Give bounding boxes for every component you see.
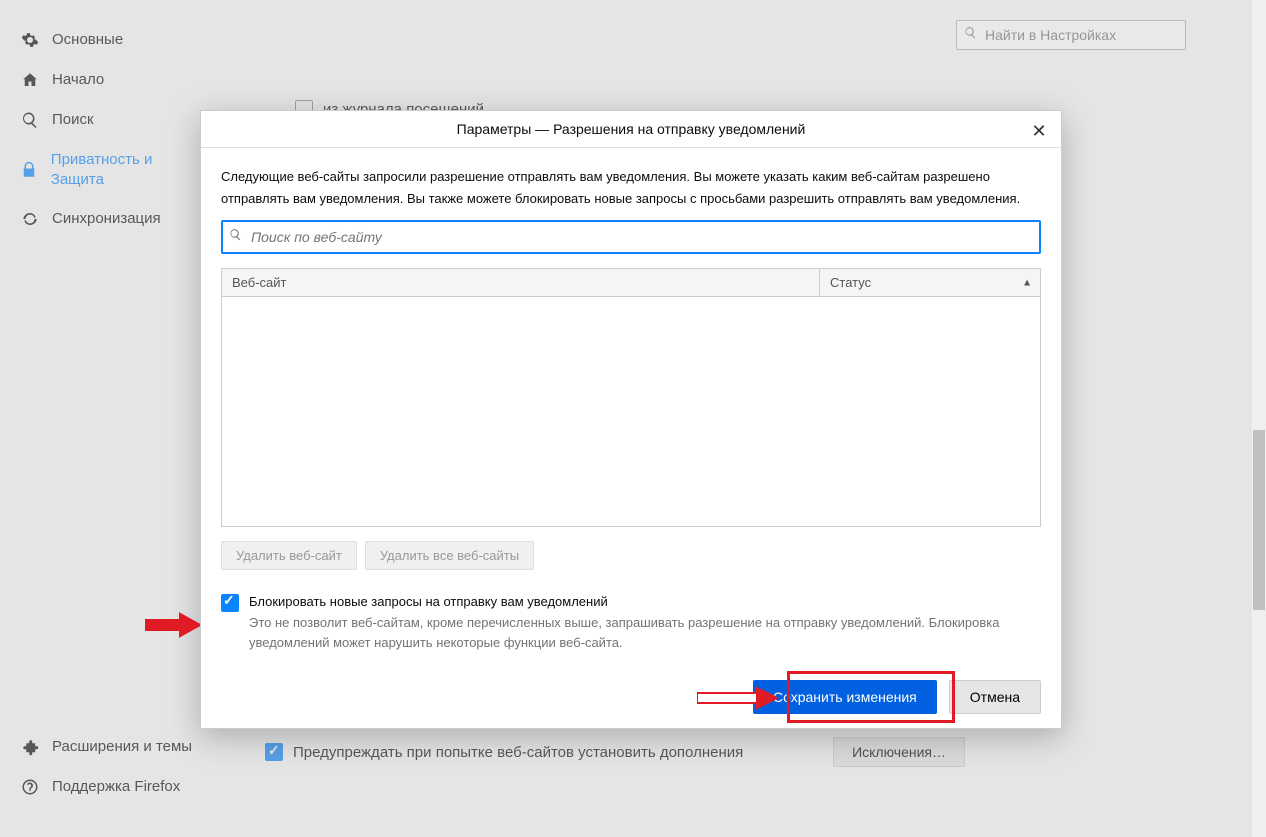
th-status[interactable]: Статус ▲ xyxy=(820,269,1040,296)
cancel-button[interactable]: Отмена xyxy=(949,680,1041,714)
remove-site-button: Удалить веб-сайт xyxy=(221,541,357,570)
permissions-dialog: Параметры — Разрешения на отправку уведо… xyxy=(200,110,1062,729)
website-search xyxy=(221,220,1041,254)
dialog-description: Следующие веб-сайты запросили разрешение… xyxy=(221,166,1041,210)
th-website[interactable]: Веб-сайт xyxy=(222,269,820,296)
search-icon xyxy=(229,228,242,246)
block-new-checkbox[interactable] xyxy=(221,594,239,612)
annotation-arrow-1 xyxy=(145,612,200,642)
scrollbar-thumb[interactable] xyxy=(1253,430,1265,610)
remove-all-sites-button: Удалить все веб-сайты xyxy=(365,541,534,570)
dialog-header: Параметры — Разрешения на отправку уведо… xyxy=(201,111,1061,148)
website-search-input[interactable] xyxy=(221,220,1041,254)
sort-icon: ▲ xyxy=(1022,277,1032,288)
close-button[interactable]: ✕ xyxy=(1027,119,1051,143)
table-header: Веб-сайт Статус ▲ xyxy=(221,268,1041,297)
dialog-title: Параметры — Разрешения на отправку уведо… xyxy=(457,121,806,137)
vertical-scrollbar[interactable] xyxy=(1252,0,1266,837)
annotation-arrow-2 xyxy=(697,686,777,710)
table-body xyxy=(221,297,1041,527)
close-icon: ✕ xyxy=(1031,121,1046,142)
block-new-description: Это не позволит веб-сайтам, кроме перечи… xyxy=(249,613,1041,652)
block-new-label: Блокировать новые запросы на отправку ва… xyxy=(249,594,1041,609)
save-button[interactable]: Сохранить изменения xyxy=(753,680,937,714)
